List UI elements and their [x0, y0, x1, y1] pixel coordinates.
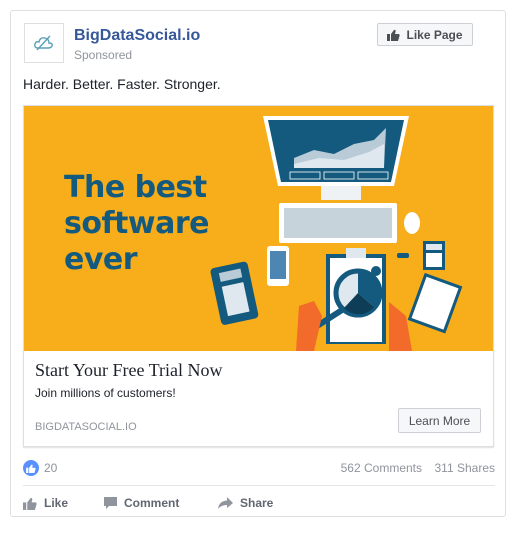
- mouse-icon: [404, 212, 420, 234]
- like-button[interactable]: Like: [23, 491, 68, 515]
- desk-phone-icon: [210, 261, 259, 325]
- hand-icon: [389, 302, 412, 351]
- comments-count[interactable]: 562 Comments: [341, 461, 422, 475]
- page-name-link[interactable]: BigDataSocial.io: [74, 27, 200, 45]
- engagement-stats: 20 562 Comments 311 Shares: [23, 460, 495, 478]
- attachment-domain: BIGDATASOCIAL.IO: [35, 421, 137, 433]
- learn-more-button[interactable]: Learn More: [398, 408, 481, 433]
- comment-label: Comment: [124, 496, 180, 510]
- like-page-label: Like Page: [406, 27, 463, 42]
- shares-count[interactable]: 311 Shares: [435, 461, 496, 475]
- desk-illustration: [210, 116, 463, 351]
- thumbs-up-icon: [23, 497, 37, 510]
- attachment-title[interactable]: Start Your Free Trial Now: [35, 360, 223, 381]
- monitor-icon: [263, 116, 409, 200]
- share-button[interactable]: Share: [218, 491, 273, 515]
- keyboard-icon: [279, 203, 397, 243]
- thumbs-up-icon: [387, 29, 401, 41]
- share-arrow-icon: [218, 497, 233, 509]
- like-page-button[interactable]: Like Page: [377, 23, 473, 46]
- calculator-icon: [423, 241, 445, 270]
- share-label: Share: [240, 496, 274, 510]
- hand-icon: [296, 301, 322, 351]
- action-bar: Like Comment Share: [23, 491, 495, 515]
- sponsored-label[interactable]: Sponsored: [74, 48, 132, 62]
- link-attachment[interactable]: The best software ever Start Your Free T…: [23, 105, 494, 447]
- sponsored-post-card: BigDataSocial.io Sponsored Like Page Har…: [10, 10, 506, 517]
- like-count[interactable]: 20: [44, 461, 57, 475]
- comment-button[interactable]: Comment: [104, 491, 179, 515]
- attachment-description: Join millions of customers!: [35, 386, 176, 400]
- comment-icon: [104, 496, 117, 509]
- page-avatar[interactable]: [24, 23, 64, 63]
- like-reaction-icon[interactable]: [23, 460, 39, 476]
- post-message: Harder. Better. Faster. Stronger.: [23, 76, 221, 92]
- cloud-logo-icon: [34, 35, 53, 51]
- watch-icon: [371, 266, 381, 276]
- planner-icon: [407, 272, 463, 334]
- like-label: Like: [44, 496, 69, 510]
- divider: [23, 485, 495, 486]
- hero-image[interactable]: The best software ever: [24, 106, 493, 351]
